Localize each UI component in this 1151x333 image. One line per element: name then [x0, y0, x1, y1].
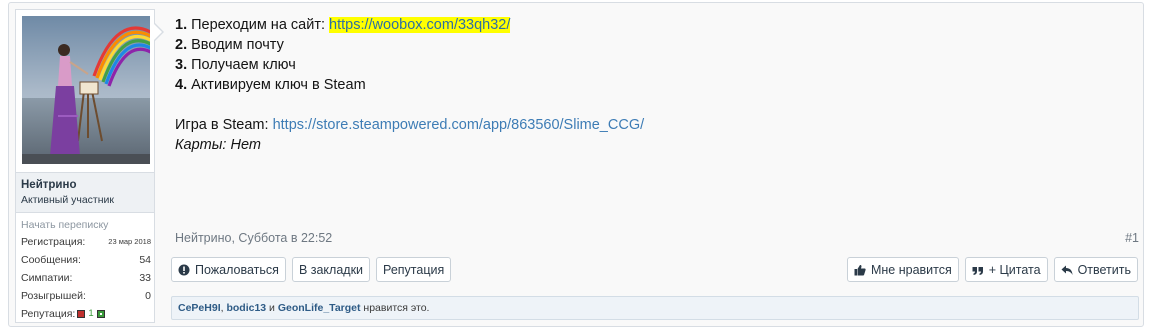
- stat-value: 33: [139, 272, 151, 284]
- liker-user-link[interactable]: CePeH9I: [178, 302, 221, 314]
- step-number: 3.: [175, 57, 188, 73]
- steam-store-link[interactable]: https://store.steampowered.com/app/86356…: [273, 117, 645, 133]
- bubble-arrow-inner: [154, 24, 162, 40]
- thumbs-up-icon: [854, 264, 866, 275]
- like-label: Мне нравится: [870, 262, 952, 277]
- start-conversation-link[interactable]: Начать переписку: [21, 217, 151, 233]
- username-link[interactable]: Нейтрино: [21, 177, 149, 193]
- avatar-image: [22, 16, 150, 164]
- positive-rep-icon: [96, 310, 105, 318]
- likes-summary: CePeH9I, bodic13 и GeonLife_Target нрави…: [171, 296, 1139, 320]
- woobox-link[interactable]: https://woobox.com/33qh32/: [329, 17, 511, 33]
- reputation-indicator: 1: [77, 305, 105, 323]
- post-actions-right: Мне нравится + Цитата Ответить: [846, 257, 1138, 282]
- reputation-button[interactable]: Репутация: [376, 257, 452, 282]
- author-time[interactable]: Нейтрино, Суббота в 22:52: [175, 231, 332, 245]
- cards-line: Карты: Нет: [175, 137, 261, 153]
- game-label: Игра в Steam:: [175, 117, 273, 133]
- post-actions-left: Пожаловаться В закладки Репутация: [171, 257, 452, 282]
- quote-label: + Цитата: [988, 262, 1041, 277]
- post-meta: Нейтрино, Суббота в 22:52 #1: [175, 231, 1139, 245]
- reply-icon: [1061, 265, 1073, 275]
- report-button[interactable]: Пожаловаться: [171, 257, 286, 282]
- likes-suffix: нравится это.: [360, 302, 430, 314]
- stat-label: Сообщения:: [21, 254, 81, 266]
- step-text: Активируем ключ в Steam: [191, 77, 366, 93]
- stat-messages: Сообщения: 54: [21, 251, 151, 269]
- step-text: Получаем ключ: [191, 57, 296, 73]
- stat-likes: Симпатии: 33: [21, 269, 151, 287]
- reply-label: Ответить: [1077, 262, 1131, 277]
- user-title: Активный участник: [21, 194, 114, 206]
- step-text: Вводим почту: [191, 37, 284, 53]
- stat-label: Регистрация:: [21, 236, 86, 248]
- step-number: 1.: [175, 17, 188, 33]
- stat-value: 23 мар 2018: [108, 237, 151, 246]
- step-line: 1. Переходим на сайт: https://woobox.com…: [175, 15, 1135, 35]
- reputation-label: Репутация: [383, 262, 445, 277]
- post-number-link[interactable]: #1: [1125, 231, 1139, 245]
- step-line: 3. Получаем ключ: [175, 55, 1135, 75]
- step-line: 4. Активируем ключ в Steam: [175, 75, 1135, 95]
- like-button[interactable]: Мне нравится: [846, 257, 959, 282]
- stat-giveaways: Розыгрышей: 0: [21, 287, 151, 305]
- user-extra-info: Начать переписку Регистрация: 23 мар 201…: [21, 217, 151, 323]
- step-text: Переходим на сайт:: [191, 17, 330, 33]
- quote-icon: [972, 266, 983, 275]
- liker-user-link[interactable]: GeonLife_Target: [278, 302, 361, 314]
- quote-button[interactable]: + Цитата: [964, 257, 1048, 282]
- step-line: 2. Вводим почту: [175, 35, 1135, 55]
- stat-label: Симпатии:: [21, 272, 73, 284]
- reputation-value: 1: [88, 308, 94, 319]
- liker-user-link[interactable]: bodic13: [226, 302, 266, 314]
- post-container: Нейтрино Активный участник Начать перепи…: [8, 2, 1144, 327]
- exclamation-circle-icon: [178, 264, 190, 275]
- stat-label: Репутация:: [21, 308, 76, 320]
- avatar[interactable]: [22, 16, 150, 164]
- negative-rep-icon: [77, 310, 86, 318]
- stat-value: 0: [145, 290, 151, 302]
- bookmark-label: В закладки: [298, 262, 364, 277]
- step-number: 4.: [175, 77, 188, 93]
- stat-reputation: Репутация: 1: [21, 305, 151, 323]
- likes-and: и: [266, 302, 278, 314]
- stat-value: 54: [139, 254, 151, 266]
- stat-label: Розыгрышей:: [21, 290, 86, 302]
- game-line: Игра в Steam: https://store.steampowered…: [175, 115, 1135, 135]
- reply-button[interactable]: Ответить: [1053, 257, 1138, 282]
- stat-registration: Регистрация: 23 мар 2018: [21, 233, 151, 251]
- message-content: 1. Переходим на сайт: https://woobox.com…: [175, 15, 1135, 155]
- step-number: 2.: [175, 37, 188, 53]
- bookmark-button[interactable]: В закладки: [291, 257, 371, 282]
- user-sidebar: Нейтрино Активный участник Начать перепи…: [15, 9, 155, 323]
- report-label: Пожаловаться: [195, 262, 279, 277]
- user-info-block: Нейтрино Активный участник: [16, 172, 154, 213]
